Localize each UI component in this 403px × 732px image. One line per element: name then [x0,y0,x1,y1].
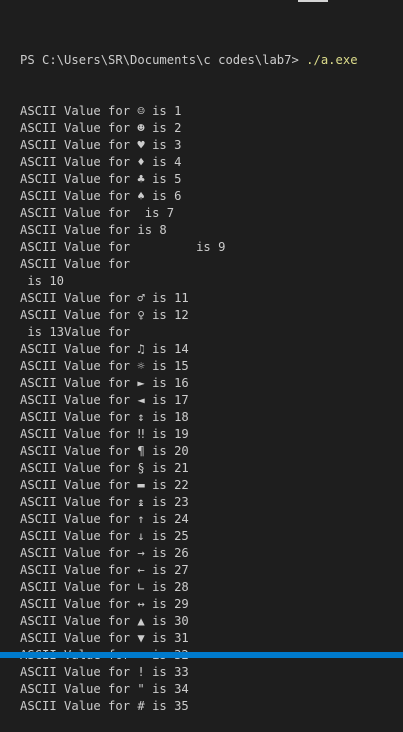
terminal-output-line: ASCII Value for ∟ is 28 [20,580,189,594]
terminal-output-line: ASCII Value for ♦ is 4 [20,155,182,169]
terminal-output-line: ASCII Value for [20,257,131,271]
terminal-output-line: ASCII Value for ↔ is 29 [20,597,189,611]
terminal-output[interactable]: PS C:\Users\SR\Documents\c codes\lab7> .… [20,18,403,732]
terminal-output-line: ASCII Value for ♂ is 11 [20,291,189,305]
terminal-output-line: ASCII Value for is 7 [20,206,175,220]
terminal-output-line: ASCII Value for is 9 [20,240,226,254]
terminal-output-line: ASCII Value for → is 26 [20,546,189,560]
terminal-output-line: is 13Value for [20,325,131,339]
terminal-output-line: ASCII Value for " is 34 [20,682,189,696]
terminal-output-lines: ASCII Value for ☺ is 1 ASCII Value for ☻ … [20,103,403,715]
terminal-output-line: ASCII Value for ♥ is 3 [20,138,182,152]
terminal-output-line: ASCII Value for ! is 33 [20,665,189,679]
terminal-output-line: ASCII Value for § is 21 [20,461,189,475]
terminal-output-line: ASCII Value for ↓ is 25 [20,529,189,543]
terminal-output-line: ASCII Value for ☺ is 1 [20,104,182,118]
terminal-output-line: ASCII Value for ▲ is 30 [20,614,189,628]
terminal-output-line: ASCII Value for ♣ is 5 [20,172,182,186]
terminal-output-line: ASCII Value for ↕ is 18 [20,410,189,424]
terminal-output-line: ASCII Value for ▼ is 31 [20,631,189,645]
terminal-output-line: ASCII Value for ♠ is 6 [20,189,182,203]
terminal-output-line: is 10 [20,274,65,288]
terminal-output-line: ASCII Value for ↨ is 23 [20,495,189,509]
terminal-output-line: ASCII Value for ← is 27 [20,563,189,577]
terminal-output-line: ASCII Value for is 8 [20,223,167,237]
terminal-output-line: ASCII Value for ♫ is 14 [20,342,189,356]
terminal-output-line: ASCII Value for ☻ is 2 [20,121,182,135]
status-bar [0,652,403,658]
terminal-output-line: ASCII Value for ↑ is 24 [20,512,189,526]
terminal-output-line: ASCII Value for ☼ is 15 [20,359,189,373]
terminal-output-line: ASCII Value for ► is 16 [20,376,189,390]
terminal-output-line: ASCII Value for ♀ is 12 [20,308,189,322]
panel-tab-indicator [298,0,328,2]
terminal-output-line: ASCII Value for ‼ is 19 [20,427,189,441]
terminal-output-line: ASCII Value for ▬ is 22 [20,478,189,492]
terminal-output-line: ASCII Value for ¶ is 20 [20,444,189,458]
terminal-prompt-line: PS C:\Users\SR\Documents\c codes\lab7> .… [20,52,403,69]
terminal-prompt: PS C:\Users\SR\Documents\c codes\lab7> [20,53,307,67]
terminal-output-line: ASCII Value for # is 35 [20,699,189,713]
terminal-command: ./a.exe [306,53,358,67]
terminal-output-line: ASCII Value for ◄ is 17 [20,393,189,407]
